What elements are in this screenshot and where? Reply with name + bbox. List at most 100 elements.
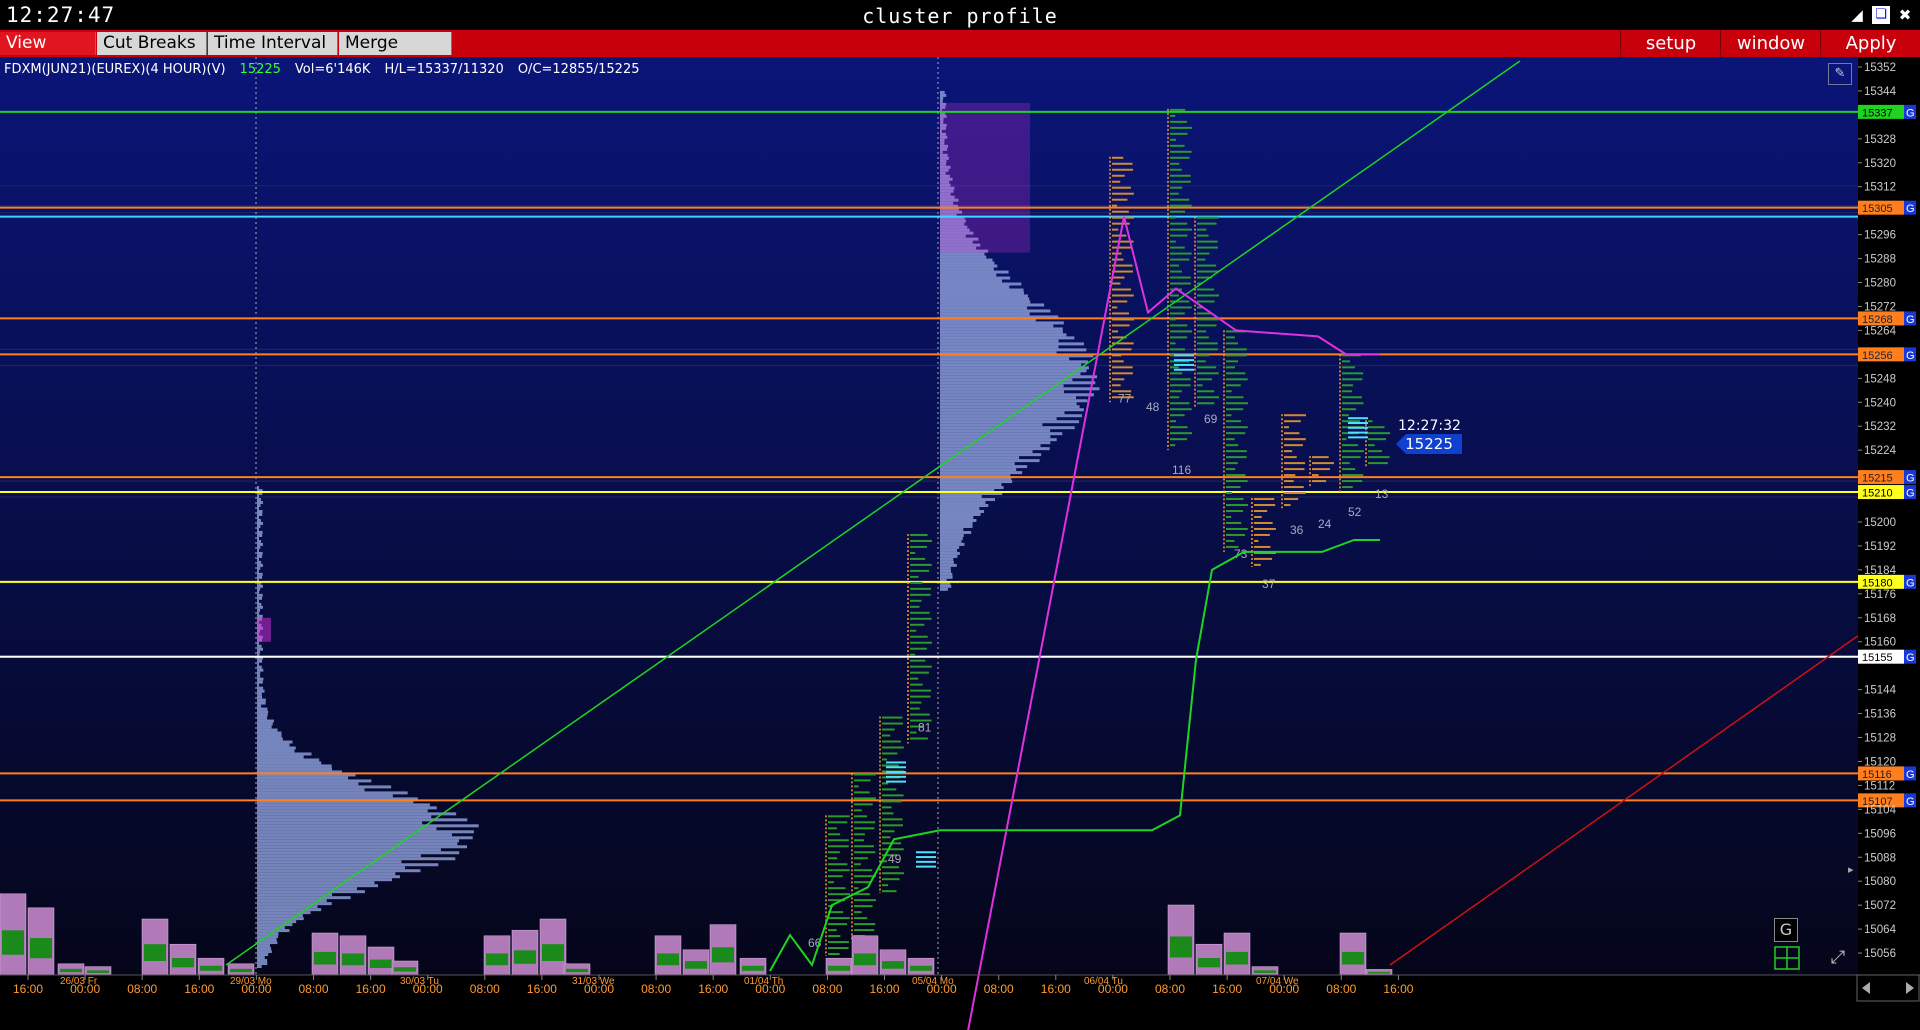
profile-bar xyxy=(257,785,392,789)
cluster-cell xyxy=(910,545,928,548)
profile-bar xyxy=(257,812,457,816)
profile-bar xyxy=(257,495,259,499)
cluster-cell xyxy=(1254,527,1276,530)
profile-bar xyxy=(940,539,962,543)
volume-bar-buy xyxy=(370,959,392,968)
profile-bar xyxy=(940,459,1040,463)
profile-bar xyxy=(940,498,996,502)
instrument-symbol: FDXM(JUN21)(EUREX)(4 HOUR)(V) xyxy=(4,62,226,77)
cluster-cell xyxy=(910,629,917,632)
cluster-cell xyxy=(828,935,841,938)
profile-bar xyxy=(940,267,994,271)
g-button[interactable]: G xyxy=(1774,918,1798,942)
scroll-arrows-icon[interactable] xyxy=(1856,974,1920,1002)
cluster-cell xyxy=(910,623,925,626)
volume-bar-buy xyxy=(882,961,904,969)
cluster-cell xyxy=(882,722,904,725)
profile-bar xyxy=(257,542,263,546)
cluster-cell xyxy=(1112,354,1122,357)
cluster-cell xyxy=(1112,276,1125,279)
cluster-cell xyxy=(1226,414,1232,417)
profile-bar xyxy=(257,518,262,522)
time-axis-label: 08:00 xyxy=(812,982,842,996)
profile-bar xyxy=(257,875,401,879)
cluster-cell xyxy=(854,887,859,890)
time-interval-button[interactable]: Time Interval xyxy=(208,32,338,55)
profile-bar xyxy=(257,662,259,666)
cluster-cell xyxy=(1226,468,1236,471)
cluster-cell xyxy=(1342,372,1364,375)
level-label: 15116 xyxy=(1862,769,1892,781)
profile-bar xyxy=(940,524,973,528)
apply-button[interactable]: Apply xyxy=(1820,30,1920,57)
profile-bar xyxy=(257,842,458,846)
profile-bar xyxy=(940,300,1031,304)
merge-contr-button[interactable]: Merge Contr xyxy=(339,32,452,76)
cluster-cell xyxy=(910,593,931,596)
cluster-cell xyxy=(1197,240,1218,243)
cluster-cell xyxy=(910,569,930,572)
volume-bar-buy xyxy=(394,967,416,972)
cluster-cell xyxy=(854,833,865,836)
restore-icon[interactable]: ❏ xyxy=(1872,6,1890,24)
profile-bar xyxy=(257,614,263,618)
volume-bar-buy xyxy=(144,944,166,961)
cluster-cell xyxy=(1284,486,1304,489)
cluster-cell-highlight xyxy=(886,766,906,769)
cluster-cell xyxy=(1342,414,1349,417)
profile-bar xyxy=(257,713,268,717)
view-dom-button[interactable]: View DOM xyxy=(0,32,96,76)
cluster-cell xyxy=(1226,474,1246,477)
profile-bar xyxy=(940,294,1028,298)
cluster-profile-chart[interactable]: 15337 G 15305 G 15268 G 15256 G 15215 G 15210 G 1518… xyxy=(0,57,1920,1030)
cluster-cell xyxy=(910,659,926,662)
close-icon[interactable]: ✖ xyxy=(1896,6,1914,24)
profile-bar xyxy=(940,542,965,546)
cluster-cell xyxy=(1112,378,1125,381)
profile-bar xyxy=(940,569,952,573)
cluster-cell xyxy=(1197,366,1217,369)
profile-bar xyxy=(257,587,261,591)
profile-bar xyxy=(257,947,272,951)
cut-breaks-button[interactable]: Cut Breaks xyxy=(97,32,207,55)
cluster-cell xyxy=(1226,527,1248,530)
price-axis-label: 15232 xyxy=(1864,421,1896,433)
cluster-cell xyxy=(1170,396,1180,399)
profile-bar xyxy=(940,255,987,259)
cluster-cell xyxy=(828,869,850,872)
cluster-cell xyxy=(1170,192,1179,195)
date-axis-label: 01/04 Th xyxy=(744,976,783,987)
profile-bar xyxy=(257,959,268,963)
date-axis-label: 29/03 Mo xyxy=(230,976,272,987)
cluster-cell-highlight xyxy=(1174,354,1194,357)
profile-bar xyxy=(257,848,441,852)
cluster-cell xyxy=(828,875,843,878)
profile-bar xyxy=(940,402,1077,406)
pencil-icon[interactable]: ✎ xyxy=(1828,63,1852,85)
profile-bar xyxy=(940,566,951,570)
cluster-cell xyxy=(1170,138,1177,141)
cluster-cell xyxy=(1197,294,1219,297)
window-button[interactable]: window xyxy=(1720,30,1821,57)
setup-button[interactable]: setup xyxy=(1620,30,1721,57)
expand-icon[interactable]: ⤢ xyxy=(1826,946,1850,970)
cluster-cell xyxy=(882,758,887,761)
cluster-cell-highlight xyxy=(1348,422,1368,425)
cluster-cell xyxy=(1284,492,1306,495)
grid-icon[interactable] xyxy=(1774,946,1800,970)
cluster-cell xyxy=(882,884,889,887)
profile-bar xyxy=(940,282,1022,286)
cluster-cell xyxy=(854,827,875,830)
cluster-cell xyxy=(1342,366,1355,369)
profile-bar xyxy=(257,965,262,969)
profile-bar xyxy=(257,605,263,609)
cluster-cell xyxy=(1112,288,1132,291)
cluster-cell xyxy=(854,911,862,914)
profile-bar xyxy=(940,560,954,564)
cluster-cell xyxy=(828,833,841,836)
profile-bar xyxy=(257,602,262,606)
minimize-icon[interactable]: ◢ xyxy=(1848,6,1866,24)
volume-bar-buy xyxy=(657,953,679,966)
profile-bar xyxy=(940,357,1070,361)
cluster-cell xyxy=(1254,504,1276,507)
